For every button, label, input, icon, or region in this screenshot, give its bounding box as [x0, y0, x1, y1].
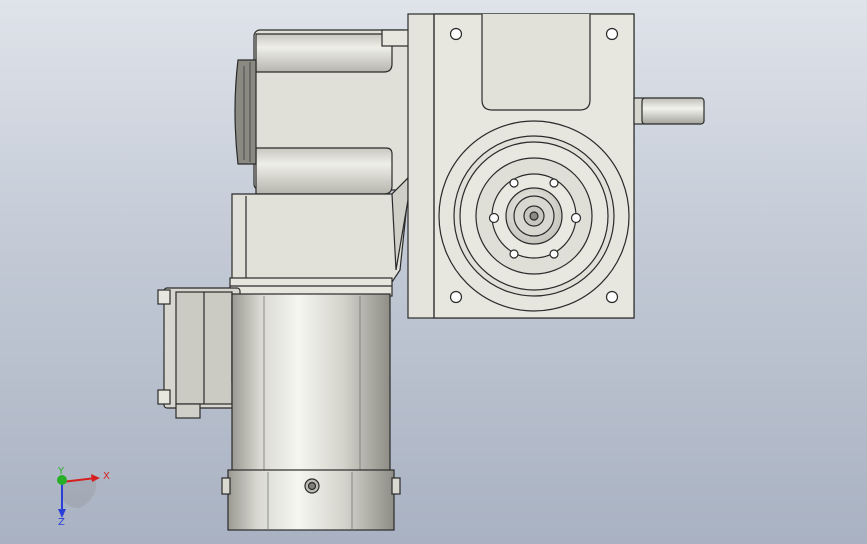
mounting-bracket	[229, 176, 409, 306]
x-axis-label: X	[103, 471, 110, 482]
terminal-box	[157, 287, 245, 419]
motor-body	[221, 293, 401, 531]
orientation-triad: X Y Z	[57, 466, 110, 528]
gearbox-assembly	[157, 13, 705, 531]
output-flange	[438, 120, 630, 312]
cad-model-view[interactable]: X Y Z	[0, 0, 867, 544]
input-shaft	[633, 97, 705, 125]
z-axis-label: Z	[58, 517, 65, 528]
y-axis-label: Y	[57, 466, 65, 477]
upper-housing	[234, 29, 411, 195]
graphics-viewport[interactable]: X Y Z	[0, 0, 867, 544]
